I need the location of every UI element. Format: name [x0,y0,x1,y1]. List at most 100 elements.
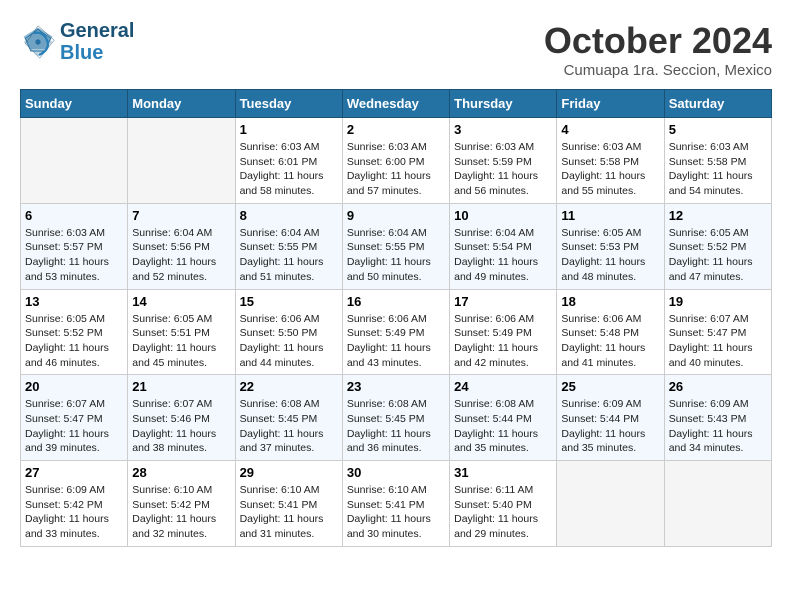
day-number: 10 [454,208,552,223]
weekday-header-row: SundayMondayTuesdayWednesdayThursdayFrid… [21,90,772,118]
calendar-cell: 24 Sunrise: 6:08 AMSunset: 5:44 PMDayligh… [450,375,557,461]
day-number: 24 [454,379,552,394]
day-number: 8 [240,208,338,223]
day-info: Sunrise: 6:05 AMSunset: 5:51 PMDaylight:… [132,312,230,371]
day-info: Sunrise: 6:03 AMSunset: 5:58 PMDaylight:… [561,140,659,199]
calendar-cell: 5 Sunrise: 6:03 AMSunset: 5:58 PMDaylight… [664,118,771,204]
day-info: Sunrise: 6:03 AMSunset: 6:01 PMDaylight:… [240,140,338,199]
calendar-cell: 14 Sunrise: 6:05 AMSunset: 5:51 PMDayligh… [128,289,235,375]
calendar-cell: 10 Sunrise: 6:04 AMSunset: 5:54 PMDayligh… [450,203,557,289]
weekday-header-sunday: Sunday [21,90,128,118]
calendar-cell: 1 Sunrise: 6:03 AMSunset: 6:01 PMDaylight… [235,118,342,204]
weekday-header-saturday: Saturday [664,90,771,118]
day-info: Sunrise: 6:08 AMSunset: 5:45 PMDaylight:… [240,397,338,456]
day-number: 6 [25,208,123,223]
weekday-header-thursday: Thursday [450,90,557,118]
calendar-week-4: 20 Sunrise: 6:07 AMSunset: 5:47 PMDayligh… [21,375,772,461]
month-title: October 2024 [544,20,772,62]
calendar-cell: 16 Sunrise: 6:06 AMSunset: 5:49 PMDayligh… [342,289,449,375]
day-number: 13 [25,294,123,309]
calendar-cell: 19Sunrise: 6:07 AMSunset: 5:47 PMDayligh… [664,289,771,375]
day-info: Sunrise: 6:10 AMSunset: 5:42 PMDaylight:… [132,483,230,542]
day-number: 12 [669,208,767,223]
calendar-cell: 18Sunrise: 6:06 AMSunset: 5:48 PMDayligh… [557,289,664,375]
day-info: Sunrise: 6:11 AMSunset: 5:40 PMDaylight:… [454,483,552,542]
calendar-cell: 6 Sunrise: 6:03 AMSunset: 5:57 PMDaylight… [21,203,128,289]
calendar-cell: 9Sunrise: 6:04 AMSunset: 5:55 PMDaylight… [342,203,449,289]
day-info: Sunrise: 6:07 AMSunset: 5:46 PMDaylight:… [132,397,230,456]
calendar-cell [21,118,128,204]
day-number: 16 [347,294,445,309]
calendar-cell: 3 Sunrise: 6:03 AMSunset: 5:59 PMDaylight… [450,118,557,204]
day-number: 1 [240,122,338,137]
day-number: 14 [132,294,230,309]
day-info: Sunrise: 6:05 AMSunset: 5:52 PMDaylight:… [669,226,767,285]
day-number: 5 [669,122,767,137]
calendar-cell: 20 Sunrise: 6:07 AMSunset: 5:47 PMDayligh… [21,375,128,461]
day-info: Sunrise: 6:10 AMSunset: 5:41 PMDaylight:… [240,483,338,542]
page-header: General Blue October 2024 Cumuapa 1ra. S… [20,20,772,79]
calendar-week-2: 6 Sunrise: 6:03 AMSunset: 5:57 PMDaylight… [21,203,772,289]
day-info: Sunrise: 6:07 AMSunset: 5:47 PMDaylight:… [25,397,123,456]
calendar-cell [557,461,664,547]
weekday-header-friday: Friday [557,90,664,118]
calendar-cell: 11 Sunrise: 6:05 AMSunset: 5:53 PMDayligh… [557,203,664,289]
day-number: 18 [561,294,659,309]
location-subtitle: Cumuapa 1ra. Seccion, Mexico [544,62,772,79]
calendar-cell: 7Sunrise: 6:04 AMSunset: 5:56 PMDaylight… [128,203,235,289]
day-number: 11 [561,208,659,223]
day-info: Sunrise: 6:03 AMSunset: 6:00 PMDaylight:… [347,140,445,199]
calendar-cell: 13Sunrise: 6:05 AMSunset: 5:52 PMDayligh… [21,289,128,375]
logo: General Blue [20,20,134,64]
calendar-cell: 4 Sunrise: 6:03 AMSunset: 5:58 PMDaylight… [557,118,664,204]
title-area: October 2024 Cumuapa 1ra. Seccion, Mexic… [544,20,772,79]
day-number: 9 [347,208,445,223]
calendar-cell: 29 Sunrise: 6:10 AMSunset: 5:41 PMDayligh… [235,461,342,547]
day-number: 15 [240,294,338,309]
logo-icon [20,24,56,60]
calendar-cell: 25 Sunrise: 6:09 AMSunset: 5:44 PMDayligh… [557,375,664,461]
day-number: 7 [132,208,230,223]
day-info: Sunrise: 6:03 AMSunset: 5:57 PMDaylight:… [25,226,123,285]
day-info: Sunrise: 6:05 AMSunset: 5:53 PMDaylight:… [561,226,659,285]
day-info: Sunrise: 6:09 AMSunset: 5:43 PMDaylight:… [669,397,767,456]
day-number: 30 [347,465,445,480]
day-number: 28 [132,465,230,480]
calendar-cell [128,118,235,204]
day-info: Sunrise: 6:06 AMSunset: 5:50 PMDaylight:… [240,312,338,371]
day-number: 2 [347,122,445,137]
calendar-cell: 8 Sunrise: 6:04 AMSunset: 5:55 PMDaylight… [235,203,342,289]
day-number: 26 [669,379,767,394]
calendar-cell: 21Sunrise: 6:07 AMSunset: 5:46 PMDayligh… [128,375,235,461]
day-info: Sunrise: 6:03 AMSunset: 5:58 PMDaylight:… [669,140,767,199]
day-info: Sunrise: 6:03 AMSunset: 5:59 PMDaylight:… [454,140,552,199]
day-info: Sunrise: 6:06 AMSunset: 5:49 PMDaylight:… [347,312,445,371]
calendar-cell: 23 Sunrise: 6:08 AMSunset: 5:45 PMDayligh… [342,375,449,461]
calendar-cell: 15 Sunrise: 6:06 AMSunset: 5:50 PMDayligh… [235,289,342,375]
day-number: 23 [347,379,445,394]
day-info: Sunrise: 6:06 AMSunset: 5:49 PMDaylight:… [454,312,552,371]
day-number: 17 [454,294,552,309]
calendar-cell: 2 Sunrise: 6:03 AMSunset: 6:00 PMDaylight… [342,118,449,204]
calendar-table: SundayMondayTuesdayWednesdayThursdayFrid… [20,89,772,547]
calendar-cell: 26 Sunrise: 6:09 AMSunset: 5:43 PMDayligh… [664,375,771,461]
day-number: 4 [561,122,659,137]
day-info: Sunrise: 6:04 AMSunset: 5:55 PMDaylight:… [240,226,338,285]
day-info: Sunrise: 6:09 AMSunset: 5:44 PMDaylight:… [561,397,659,456]
day-info: Sunrise: 6:08 AMSunset: 5:44 PMDaylight:… [454,397,552,456]
day-number: 3 [454,122,552,137]
calendar-cell: 30Sunrise: 6:10 AMSunset: 5:41 PMDayligh… [342,461,449,547]
calendar-cell: 17 Sunrise: 6:06 AMSunset: 5:49 PMDayligh… [450,289,557,375]
calendar-week-1: 1 Sunrise: 6:03 AMSunset: 6:01 PMDaylight… [21,118,772,204]
day-number: 20 [25,379,123,394]
day-number: 25 [561,379,659,394]
weekday-header-wednesday: Wednesday [342,90,449,118]
weekday-header-tuesday: Tuesday [235,90,342,118]
day-number: 31 [454,465,552,480]
calendar-cell: 27Sunrise: 6:09 AMSunset: 5:42 PMDayligh… [21,461,128,547]
logo-text: General Blue [60,20,134,64]
day-info: Sunrise: 6:08 AMSunset: 5:45 PMDaylight:… [347,397,445,456]
day-info: Sunrise: 6:04 AMSunset: 5:54 PMDaylight:… [454,226,552,285]
calendar-cell: 28 Sunrise: 6:10 AMSunset: 5:42 PMDayligh… [128,461,235,547]
day-number: 29 [240,465,338,480]
